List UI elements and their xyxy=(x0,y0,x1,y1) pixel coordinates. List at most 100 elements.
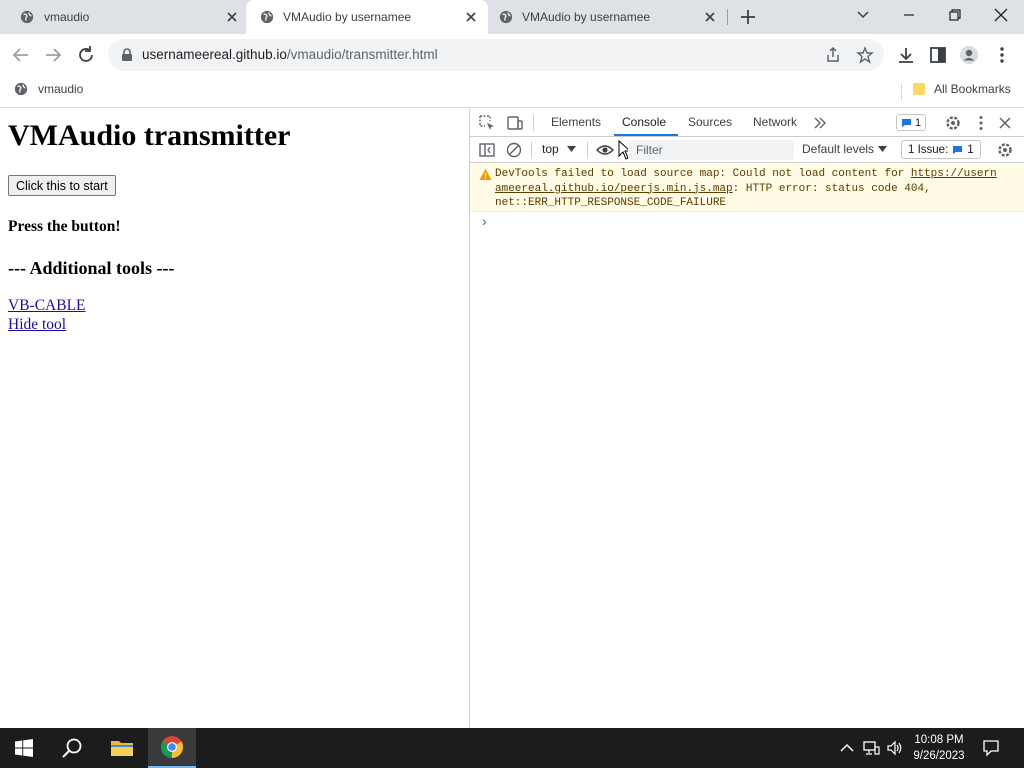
globe-icon xyxy=(499,10,513,24)
eye-icon[interactable] xyxy=(596,141,614,159)
context-label: top xyxy=(542,142,559,156)
kebab-menu-icon[interactable] xyxy=(992,45,1012,65)
all-bookmarks-label: All Bookmarks xyxy=(934,82,1011,96)
file-explorer-button[interactable] xyxy=(98,728,146,768)
dropdown-triangle-icon xyxy=(878,146,888,152)
lock-icon[interactable] xyxy=(120,48,134,62)
forward-arrow-icon[interactable] xyxy=(42,44,64,66)
source-map-link-part1: https://usern xyxy=(910,168,997,180)
new-tab-icon[interactable] xyxy=(738,7,758,27)
tab-console[interactable]: Console xyxy=(622,115,666,129)
tab-vmaudio-active[interactable]: VMAudio by usernamee xyxy=(246,0,488,34)
issues-button[interactable]: 1 Issue: 1 xyxy=(901,140,981,159)
close-icon xyxy=(994,8,1008,22)
back-arrow-icon[interactable] xyxy=(10,44,32,66)
filter-input[interactable]: Filter xyxy=(628,140,794,160)
globe-icon xyxy=(260,10,274,24)
chrome-icon xyxy=(161,736,183,758)
close-window-button[interactable] xyxy=(978,0,1024,30)
warning-text: DevTools failed to load source map: Coul… xyxy=(495,167,1005,211)
settings-gear-icon[interactable] xyxy=(944,114,962,132)
messages-count: 1 xyxy=(914,116,922,129)
dropdown-triangle-icon xyxy=(566,146,576,152)
tab-title: VMAudio by usernamee xyxy=(522,10,651,24)
minimize-icon xyxy=(904,14,914,16)
search-button[interactable] xyxy=(48,728,96,768)
side-panel-icon[interactable] xyxy=(928,45,948,65)
address-bar[interactable]: usernameereal.github.io/vmaudio/transmit… xyxy=(108,39,884,71)
sidebar-toggle-icon[interactable] xyxy=(478,141,496,159)
windows-logo-icon xyxy=(15,739,33,757)
clear-console-icon[interactable] xyxy=(505,141,523,159)
all-bookmarks-button[interactable]: All Bookmarks xyxy=(912,82,1011,96)
more-tabs-chevron-icon[interactable] xyxy=(811,114,829,132)
tab-vmaudio[interactable]: vmaudio xyxy=(0,0,246,34)
bookmark-label: vmaudio xyxy=(38,82,84,96)
tab-sources[interactable]: Sources xyxy=(688,115,732,129)
close-devtools-icon[interactable] xyxy=(996,114,1014,132)
device-toolbar-icon[interactable] xyxy=(506,114,524,132)
warning-triangle-icon xyxy=(479,169,492,180)
vb-cable-link[interactable]: VB-CABLE xyxy=(8,297,86,315)
close-tab-icon[interactable] xyxy=(224,9,240,25)
folder-icon xyxy=(111,741,133,756)
console-prompt[interactable]: › xyxy=(482,213,487,229)
console-settings-gear-icon[interactable] xyxy=(996,141,1014,159)
chevron-up-icon[interactable] xyxy=(838,739,856,757)
globe-icon xyxy=(20,10,34,24)
tab-vmaudio-3[interactable]: VMAudio by usernamee xyxy=(488,0,726,34)
screen: vmaudio VMAudio by usernamee VMAudio by … xyxy=(0,0,1024,768)
warning-error-code: net::ERR_HTTP_RESPONSE_CODE_FAILURE xyxy=(495,197,727,209)
hide-tool-link[interactable]: Hide tool xyxy=(8,316,66,334)
console-toolbar: top Filter Default levels 1 Issue: 1 xyxy=(470,137,1024,163)
context-selector[interactable]: top xyxy=(542,142,576,156)
windows-taskbar: 10:08 PM 9/26/2023 xyxy=(0,728,1024,768)
bookmark-star-icon[interactable] xyxy=(856,46,874,64)
page-title: VMAudio transmitter xyxy=(8,119,291,152)
tab-separator xyxy=(727,9,728,25)
restore-button[interactable] xyxy=(932,0,978,30)
url-host: usernameereal.github.io xyxy=(142,47,287,62)
warning-text-start: DevTools failed to load source map: Coul… xyxy=(495,168,911,180)
url-text: usernameereal.github.io/vmaudio/transmit… xyxy=(142,47,438,62)
browser-toolbar: usernameereal.github.io/vmaudio/transmit… xyxy=(0,34,1024,76)
devtools-tab-bar: Elements Console Sources Network 1 xyxy=(470,109,1024,137)
console-warning-message: DevTools failed to load source map: Coul… xyxy=(470,164,1024,212)
volume-icon[interactable] xyxy=(886,739,904,757)
tab-title: VMAudio by usernamee xyxy=(283,10,412,24)
tab-network[interactable]: Network xyxy=(753,115,797,129)
clock-time: 10:08 PM xyxy=(914,734,964,746)
chevron-down-icon xyxy=(857,11,869,19)
active-tab-indicator xyxy=(614,134,678,136)
issues-label: 1 Issue: xyxy=(908,143,949,156)
network-icon[interactable] xyxy=(862,739,880,757)
source-map-link-part2: ameereal.github.io/peerjs.min.js.map xyxy=(495,182,733,195)
tab-search-button[interactable] xyxy=(840,0,886,30)
tab-strip: vmaudio VMAudio by usernamee VMAudio by … xyxy=(0,0,1024,34)
share-icon[interactable] xyxy=(824,46,842,64)
close-tab-icon[interactable] xyxy=(463,9,479,25)
console-divider xyxy=(587,142,588,158)
bookmarks-bar: vmaudio All Bookmarks xyxy=(0,76,1024,108)
chrome-taskbar-button[interactable] xyxy=(148,728,196,768)
inspect-element-icon[interactable] xyxy=(478,114,496,132)
devtools-panel: Elements Console Sources Network 1 top F… xyxy=(469,109,1024,728)
reload-icon[interactable] xyxy=(75,44,97,66)
console-divider xyxy=(531,142,532,158)
notification-icon[interactable] xyxy=(982,739,1000,757)
start-button[interactable]: Click this to start xyxy=(8,175,116,196)
folder-icon xyxy=(913,83,925,95)
minimize-button[interactable] xyxy=(886,0,932,30)
devtools-menu-icon[interactable] xyxy=(972,114,990,132)
log-levels-dropdown[interactable]: Default levels xyxy=(802,142,888,156)
status-text: Press the button! xyxy=(8,218,121,235)
system-clock[interactable]: 10:08 PM 9/26/2023 xyxy=(904,732,974,764)
tab-elements[interactable]: Elements xyxy=(551,115,601,129)
messages-badge[interactable]: 1 xyxy=(896,114,926,131)
close-tab-icon[interactable] xyxy=(702,9,718,25)
start-menu-button[interactable] xyxy=(0,728,48,768)
download-icon[interactable] xyxy=(896,45,916,65)
bookmark-vmaudio[interactable]: vmaudio xyxy=(14,82,83,96)
issues-count: 1 xyxy=(967,143,974,156)
profile-avatar-icon[interactable] xyxy=(959,45,979,65)
